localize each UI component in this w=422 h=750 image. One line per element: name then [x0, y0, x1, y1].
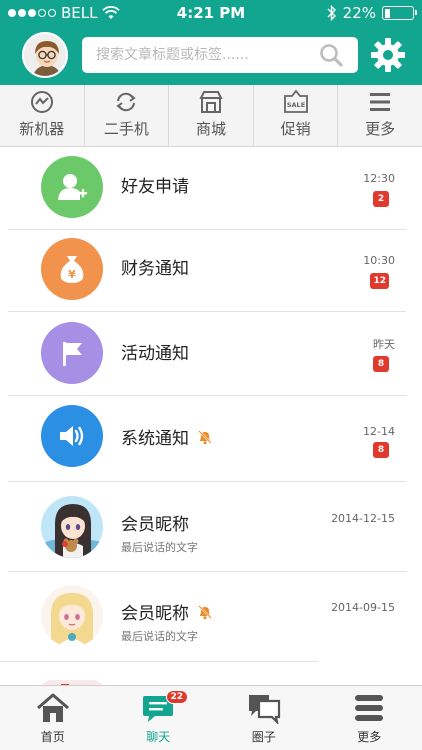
category-store[interactable]: 商城: [169, 85, 254, 146]
anime-avatar-icon: [41, 585, 103, 647]
list-item[interactable]: 系统通知 12-14 8: [0, 396, 422, 482]
menu-icon: [370, 93, 391, 111]
category-label: 新机器: [19, 120, 65, 138]
gear-icon[interactable]: [370, 37, 406, 73]
tab-label: 聊天: [146, 730, 171, 744]
battery-icon: [382, 6, 417, 20]
battery-percent: 22%: [342, 4, 376, 22]
circle-icon: [248, 695, 280, 724]
member-name: 会员昵称: [121, 604, 189, 624]
avatar[interactable]: [22, 32, 68, 78]
battery-info: 22%: [327, 4, 417, 22]
flag-icon: [63, 342, 82, 366]
money-bag-icon: ¥: [60, 256, 84, 283]
muted-bell-icon: [198, 429, 212, 444]
last-message: 最后说话的文字: [121, 630, 198, 643]
yen-symbol: ¥: [68, 268, 76, 281]
tab-circle[interactable]: 圈子: [211, 686, 317, 750]
tab-label: 更多: [357, 730, 382, 744]
category-bar: 新机器 二手机 商城 SALE 促销 更多: [0, 85, 422, 147]
home-icon: [36, 693, 69, 722]
category-label: 商城: [195, 120, 226, 138]
last-message: 最后说话的文字: [121, 541, 198, 554]
search-icon[interactable]: [318, 42, 344, 68]
unread-badge: 12: [370, 273, 389, 289]
tab-unread-badge: 22: [165, 690, 189, 704]
sale-icon-text: SALE: [286, 101, 304, 109]
member-name-wrap: 会员昵称: [121, 599, 213, 624]
tab-bar: 首页 聊天 22 圈子 更多: [0, 685, 422, 750]
activity-avatar: [41, 322, 103, 384]
list-item[interactable]: 活动通知 昨天 8: [0, 312, 422, 396]
member-avatar: [41, 496, 103, 558]
more-icon: [355, 695, 384, 721]
message-title: 活动通知: [121, 344, 189, 364]
category-more[interactable]: 更多: [338, 85, 422, 146]
category-used-device[interactable]: 二手机: [85, 85, 170, 146]
battery-level: [384, 8, 391, 18]
user-avatar-icon: [24, 34, 66, 76]
category-label: 二手机: [103, 120, 149, 138]
tab-label: 首页: [40, 730, 65, 744]
bluetooth-icon: [327, 5, 336, 21]
member-name: 会员昵称: [121, 515, 189, 535]
message-title: 系统通知: [121, 429, 189, 449]
friend-request-avatar: [41, 156, 103, 218]
category-label: 更多: [365, 120, 396, 138]
add-friend-icon: [58, 174, 87, 200]
recycle-icon: [116, 92, 137, 112]
tab-more[interactable]: 更多: [317, 686, 422, 750]
message-time: 昨天: [373, 338, 395, 351]
category-new-device[interactable]: 新机器: [0, 85, 85, 146]
category-sale[interactable]: SALE 促销: [254, 85, 339, 146]
finance-avatar: ¥: [41, 238, 103, 300]
message-title-wrap: 系统通知: [121, 424, 213, 449]
new-device-icon: [30, 91, 53, 113]
store-icon: [199, 91, 223, 113]
message-time: 12:30: [363, 172, 395, 185]
sale-tag-icon: SALE: [283, 89, 308, 113]
status-bar: BELL 4:21 PM 22%: [0, 0, 422, 26]
list-item[interactable]: 会员昵称 最后说话的文字 2014-09-15: [0, 572, 422, 662]
list-item[interactable]: ¥ 财务通知 10:30 12: [0, 230, 422, 312]
message-time: 12-14: [363, 425, 395, 438]
list-item[interactable]: 好友申请 12:30 2: [0, 148, 422, 230]
unread-badge: 8: [373, 442, 389, 458]
anime-avatar-icon: [41, 496, 103, 558]
muted-bell-icon: [198, 604, 212, 619]
tab-chat[interactable]: 聊天 22: [106, 686, 212, 750]
app-header: BELL 4:21 PM 22%: [0, 0, 422, 85]
message-title: 财务通知: [121, 259, 189, 279]
speaker-icon: [60, 426, 84, 446]
search-input[interactable]: [82, 37, 358, 73]
message-time: 2014-12-15: [331, 512, 395, 525]
list-item[interactable]: 会员昵称 最后说话的文字 2014-12-15: [0, 482, 422, 572]
message-time: 2014-09-15: [331, 601, 395, 614]
message-title: 好友申请: [121, 177, 189, 197]
category-label: 促销: [280, 120, 311, 138]
member-avatar: [41, 585, 103, 647]
tab-label: 圈子: [251, 730, 276, 744]
unread-badge: 2: [373, 191, 389, 207]
unread-badge: 8: [373, 356, 389, 372]
system-avatar: [41, 405, 103, 467]
tab-home[interactable]: 首页: [0, 686, 106, 750]
message-time: 10:30: [363, 254, 395, 267]
